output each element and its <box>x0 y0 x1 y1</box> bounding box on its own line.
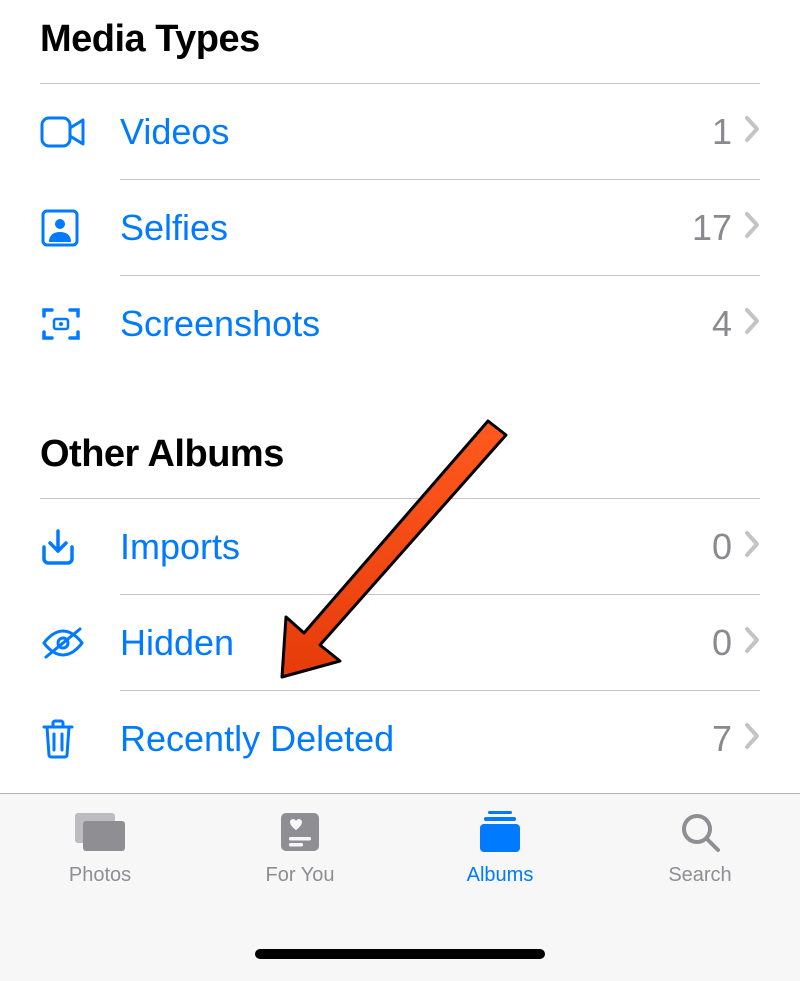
tab-label: For You <box>266 864 335 887</box>
chevron-right-icon <box>744 307 760 340</box>
row-label: Screenshots <box>120 303 712 345</box>
chevron-right-icon <box>744 626 760 659</box>
tab-albums[interactable]: Albums <box>415 808 585 887</box>
tab-label: Search <box>668 864 731 887</box>
section-header-other-albums: Other Albums <box>40 371 760 498</box>
albums-stack-icon <box>476 808 524 856</box>
row-imports[interactable]: Imports 0 <box>40 499 760 594</box>
row-recently-deleted[interactable]: Recently Deleted 7 <box>40 691 760 786</box>
row-label: Hidden <box>120 622 712 664</box>
for-you-icon <box>278 808 322 856</box>
video-camera-icon <box>40 116 120 148</box>
row-count: 1 <box>712 111 732 153</box>
row-count: 17 <box>692 207 732 249</box>
home-indicator[interactable] <box>255 949 545 959</box>
tab-for-you[interactable]: For You <box>215 808 385 887</box>
chevron-right-icon <box>744 211 760 244</box>
import-icon <box>40 527 120 567</box>
row-label: Selfies <box>120 207 692 249</box>
eye-slash-icon <box>40 625 120 661</box>
row-count: 7 <box>712 718 732 760</box>
tab-search[interactable]: Search <box>615 808 785 887</box>
tab-label: Albums <box>467 864 534 887</box>
tab-label: Photos <box>69 864 131 887</box>
chevron-right-icon <box>744 530 760 563</box>
row-videos[interactable]: Videos 1 <box>40 84 760 179</box>
chevron-right-icon <box>744 722 760 755</box>
trash-icon <box>40 718 120 760</box>
row-label: Imports <box>120 526 712 568</box>
person-square-icon <box>40 208 120 248</box>
row-screenshots[interactable]: Screenshots 4 <box>40 276 760 371</box>
search-icon <box>678 808 722 856</box>
row-label: Videos <box>120 111 712 153</box>
row-count: 0 <box>712 622 732 664</box>
section-header-media-types: Media Types <box>40 0 760 83</box>
tab-photos[interactable]: Photos <box>15 808 185 887</box>
row-count: 4 <box>712 303 732 345</box>
row-count: 0 <box>712 526 732 568</box>
screenshot-icon <box>40 304 120 344</box>
row-hidden[interactable]: Hidden 0 <box>40 595 760 690</box>
photos-stack-icon <box>71 808 129 856</box>
row-label: Recently Deleted <box>120 718 712 760</box>
row-selfies[interactable]: Selfies 17 <box>40 180 760 275</box>
chevron-right-icon <box>744 115 760 148</box>
